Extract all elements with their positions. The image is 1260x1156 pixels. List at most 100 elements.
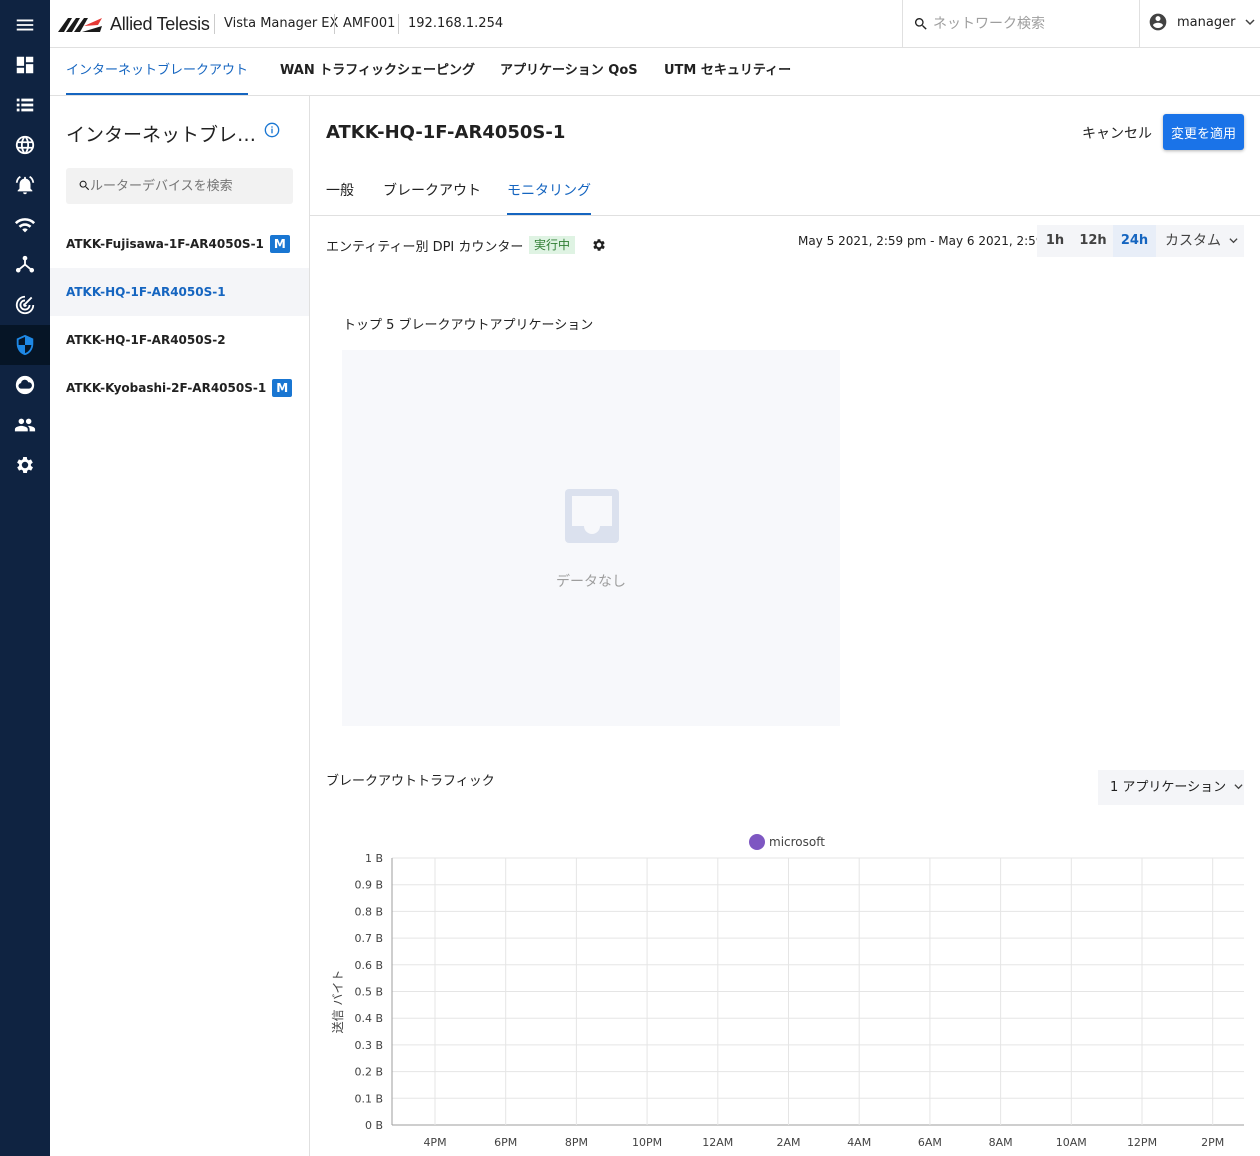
feature-tabs: インターネットブレークアウト WAN トラフィックシェーピング アプリケーション…: [50, 48, 1260, 96]
tab-breakout[interactable]: ブレークアウト: [383, 168, 481, 215]
x-tick-label: 2PM: [1201, 1136, 1224, 1149]
x-tick-label: 4AM: [847, 1136, 871, 1149]
tab-utm-security[interactable]: UTM セキュリティー: [664, 48, 791, 95]
top-bar: Allied Telesis Vista Manager EX AMF001 1…: [50, 0, 1260, 48]
device-name: ATKK-HQ-1F-AR4050S-1: [66, 285, 226, 299]
chevron-down-icon: [1234, 784, 1243, 790]
tab-wan-traffic-shaping[interactable]: WAN トラフィックシェーピング: [280, 48, 475, 95]
security-shield-icon[interactable]: [0, 325, 50, 365]
tab-monitoring[interactable]: モニタリング: [507, 168, 591, 215]
device-list-item[interactable]: ATKK-HQ-1F-AR4050S-1: [50, 268, 309, 316]
device-search[interactable]: [66, 168, 293, 204]
info-icon[interactable]: [264, 122, 280, 138]
ip-address: 192.168.1.254: [408, 16, 504, 31]
gear-icon[interactable]: [591, 237, 607, 253]
x-tick-label: 10PM: [632, 1136, 662, 1149]
divider: [214, 14, 215, 34]
network-search-input[interactable]: [933, 12, 1133, 36]
left-rail: [0, 0, 50, 1156]
alarm-icon[interactable]: [0, 165, 50, 205]
y-tick-label: 0 B: [365, 1119, 383, 1132]
y-tick-label: 0.1 B: [354, 1092, 383, 1105]
brand-name: Allied Telesis: [110, 14, 210, 34]
settings-icon[interactable]: [0, 445, 50, 485]
cloud-icon[interactable]: [0, 365, 50, 405]
menu-icon[interactable]: [0, 5, 50, 45]
range-24h-button[interactable]: 24h: [1113, 225, 1156, 257]
network-name[interactable]: AMF001: [343, 16, 395, 31]
cancel-button[interactable]: キャンセル: [1082, 123, 1152, 143]
legend-marker: [749, 834, 765, 850]
device-list-item[interactable]: ATKK-Fujisawa-1F-AR4050S-1 M: [50, 220, 309, 268]
x-tick-label: 2AM: [776, 1136, 800, 1149]
device-title: ATKK-HQ-1F-AR4050S-1: [326, 122, 566, 143]
range-1h-button[interactable]: 1h: [1037, 225, 1073, 257]
y-tick-label: 0.5 B: [354, 986, 383, 999]
managed-badge: M: [269, 235, 290, 253]
device-name: ATKK-Fujisawa-1F-AR4050S-1: [66, 237, 264, 251]
chevron-down-icon: [1229, 238, 1239, 244]
y-tick-label: 0.7 B: [354, 932, 383, 945]
custom-range-label: カスタム: [1165, 233, 1221, 249]
application-dropdown[interactable]: 1 アプリケーション: [1098, 770, 1244, 805]
x-tick-label: 4PM: [423, 1136, 446, 1149]
y-tick-label: 0.9 B: [354, 879, 383, 892]
x-tick-label: 10AM: [1056, 1136, 1087, 1149]
device-name: ATKK-Kyobashi-2F-AR4050S-1: [66, 381, 267, 395]
device-search-input[interactable]: [90, 174, 286, 198]
y-tick-label: 0.2 B: [354, 1066, 383, 1079]
dashboard-icon[interactable]: [0, 45, 50, 85]
traffic-chart: 0 B 0.1 B 0.2 B 0.3 B 0.4 B 0.5 B 0.6 B 0.7 B 0.…: [330, 834, 1244, 1149]
chevron-down-icon: [1245, 19, 1255, 26]
globe-icon[interactable]: [0, 125, 50, 165]
apply-changes-button[interactable]: 変更を適用: [1163, 114, 1244, 150]
divider: [398, 14, 399, 34]
tab-application-qos[interactable]: アプリケーション QoS: [500, 48, 638, 95]
date-range: May 5 2021, 2:59 pm - May 6 2021, 2:59 p…: [798, 234, 1067, 248]
dpi-counter-label: エンティティー別 DPI カウンター: [326, 240, 524, 255]
x-tick-label: 6PM: [494, 1136, 517, 1149]
x-tick-label: 6AM: [918, 1136, 942, 1149]
users-icon[interactable]: [0, 405, 50, 445]
y-tick-label: 0.3 B: [354, 1039, 383, 1052]
managed-badge: M: [272, 379, 293, 397]
radar-icon[interactable]: [0, 285, 50, 325]
wifi-icon[interactable]: [0, 205, 50, 245]
allied-telesis-logo-icon: [58, 17, 102, 32]
device-name: ATKK-HQ-1F-AR4050S-2: [66, 333, 226, 347]
legend-label: microsoft: [769, 835, 825, 849]
y-axis-label: 送信 バイト: [330, 970, 345, 1034]
topology-icon[interactable]: [0, 245, 50, 285]
empty-inbox-icon: [565, 489, 619, 543]
y-tick-label: 0.8 B: [354, 905, 383, 918]
list-icon[interactable]: [0, 85, 50, 125]
user-menu[interactable]: manager: [1148, 12, 1255, 32]
x-tick-label: 8PM: [565, 1136, 588, 1149]
device-list-item[interactable]: ATKK-HQ-1F-AR4050S-2: [50, 316, 309, 364]
range-12h-button[interactable]: 12h: [1073, 225, 1113, 257]
tab-internet-breakout[interactable]: インターネットブレークアウト: [66, 48, 249, 95]
user-name: manager: [1177, 14, 1236, 30]
network-search[interactable]: [902, 0, 1140, 47]
detail-tabs: 一般 ブレークアウト モニタリング: [310, 168, 1260, 216]
search-icon: [914, 18, 927, 30]
top5-empty-state: データなし: [342, 350, 840, 726]
divider: [334, 14, 335, 34]
x-tick-label: 12PM: [1127, 1136, 1157, 1149]
product-name: Vista Manager EX: [224, 16, 339, 31]
device-detail: ATKK-HQ-1F-AR4050S-1 キャンセル 変更を適用 一般 ブレーク…: [310, 96, 1260, 1156]
account-circle-icon: [1149, 13, 1167, 31]
custom-range-dropdown[interactable]: カスタム: [1156, 225, 1244, 257]
brand-logo[interactable]: Allied Telesis: [58, 14, 210, 35]
y-tick-label: 0.4 B: [354, 1012, 383, 1025]
application-dropdown-label: 1 アプリケーション: [1110, 780, 1227, 795]
top5-title: トップ 5 ブレークアウトアプリケーション: [343, 318, 594, 333]
status-badge: 実行中: [529, 236, 576, 254]
tab-general[interactable]: 一般: [326, 168, 354, 215]
y-tick-label: 1 B: [365, 852, 383, 865]
traffic-title: ブレークアウトトラフィック: [326, 774, 495, 789]
device-list-item[interactable]: ATKK-Kyobashi-2F-AR4050S-1 M: [50, 364, 309, 412]
x-tick-label: 8AM: [989, 1136, 1013, 1149]
no-data-text: データなし: [556, 574, 626, 590]
sidebar-title: インターネットブレ…: [66, 124, 257, 146]
